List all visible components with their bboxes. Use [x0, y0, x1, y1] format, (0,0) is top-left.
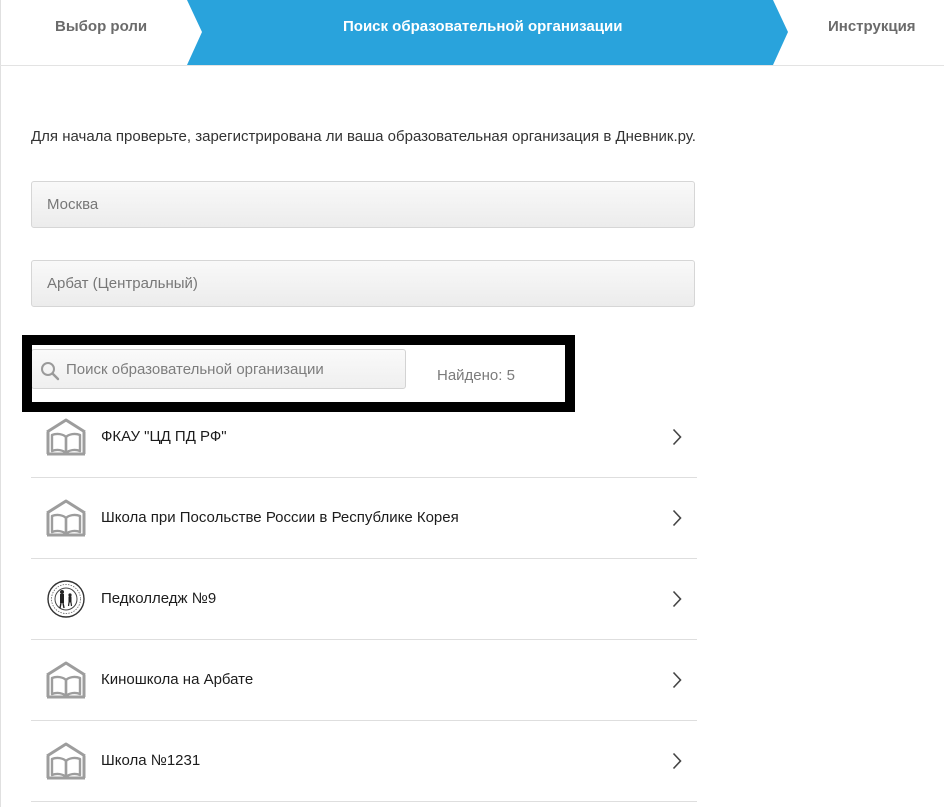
chevron-right-icon — [672, 752, 682, 770]
list-item[interactable]: Педколледж №9 — [31, 559, 697, 640]
chevron-right-icon — [672, 509, 682, 527]
organization-name: Школа №1231 — [101, 752, 201, 769]
organization-list: ФКАУ "ЦД ПД РФ" Школа при Посольстве Рос… — [31, 397, 697, 802]
organization-name: Школа при Посольстве России в Республике… — [101, 509, 459, 526]
chevron-right-icon — [672, 671, 682, 689]
left-border — [0, 0, 1, 807]
list-item[interactable]: ФКАУ "ЦД ПД РФ" — [31, 397, 697, 478]
district-select[interactable]: Арбат (Центральный) — [31, 260, 695, 307]
school-book-icon — [46, 742, 86, 780]
intro-text: Для начала проверьте, зарегистрирована л… — [31, 128, 696, 145]
college-emblem-icon — [47, 580, 85, 618]
list-item[interactable]: Школа при Посольстве России в Республике… — [31, 478, 697, 559]
school-book-icon — [46, 418, 86, 456]
step-organization-search[interactable]: Поиск образовательной организации — [343, 0, 622, 54]
step-role-selection[interactable]: Выбор роли — [55, 0, 147, 54]
step-instruction[interactable]: Инструкция — [828, 0, 916, 54]
chevron-right-icon — [672, 428, 682, 446]
organization-name: ФКАУ "ЦД ПД РФ" — [101, 428, 227, 445]
list-item[interactable]: Киношкола на Арбате — [31, 640, 697, 721]
organization-name: Киношкола на Арбате — [101, 671, 254, 688]
step-navigation: Выбор роли Поиск образовательной организ… — [0, 0, 944, 65]
header-divider — [0, 65, 944, 66]
page: Выбор роли Поиск образовательной организ… — [0, 0, 944, 807]
school-book-icon — [46, 499, 86, 537]
school-book-icon — [46, 661, 86, 699]
chevron-right-icon — [672, 590, 682, 608]
city-select[interactable]: Москва — [31, 181, 695, 228]
list-item[interactable]: Школа №1231 — [31, 721, 697, 802]
organization-name: Педколледж №9 — [101, 590, 217, 607]
